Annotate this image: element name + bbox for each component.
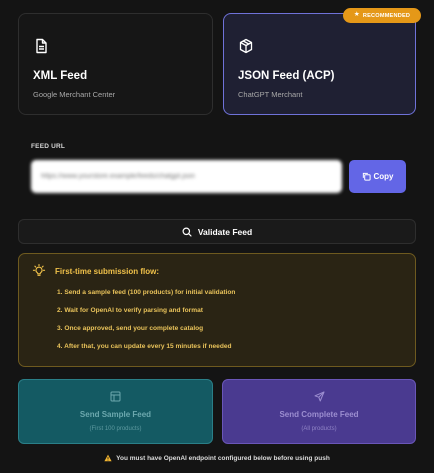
warning-icon	[104, 454, 112, 462]
copy-button[interactable]: Copy	[349, 160, 406, 193]
feed-option-subtitle: ChatGPT Merchant	[238, 90, 303, 99]
table-icon	[110, 391, 121, 402]
send-sample-title: Send Sample Feed	[79, 410, 152, 419]
notice-step: 2. Wait for OpenAI to verify parsing and…	[57, 307, 203, 314]
feed-option-xml[interactable]: XML Feed Google Merchant Center	[18, 13, 213, 115]
feed-option-title: JSON Feed (ACP)	[238, 70, 335, 82]
notice-steps: 1. Send a sample feed (100 products) for…	[57, 288, 235, 360]
endpoint-warning: You must have OpenAI endpoint configured…	[0, 454, 434, 462]
warning-text: You must have OpenAI endpoint configured…	[116, 454, 330, 462]
feed-option-title: XML Feed	[33, 70, 88, 82]
notice-step: 4. After that, you can update every 15 m…	[57, 343, 232, 350]
box-icon	[238, 38, 254, 54]
validate-feed-label: Validate Feed	[197, 226, 253, 237]
send-complete-title: Send Complete Feed	[279, 410, 359, 419]
feed-option-json[interactable]: JSON Feed (ACP) ChatGPT Merchant	[223, 13, 416, 115]
send-sample-subtitle: (First 100 products)	[89, 426, 142, 432]
validate-feed-button[interactable]: Validate Feed	[18, 219, 416, 244]
copy-button-label: Copy	[373, 172, 394, 181]
copy-icon	[362, 172, 371, 181]
lightbulb-icon	[32, 264, 46, 278]
badge-label: RECOMMENDED	[362, 12, 411, 19]
feed-url-label: FEED URL	[31, 143, 66, 150]
document-icon	[33, 38, 49, 54]
send-icon	[314, 391, 325, 402]
feed-option-subtitle: Google Merchant Center	[33, 90, 116, 99]
notice-title: First-time submission flow:	[55, 267, 160, 276]
search-icon	[182, 227, 192, 237]
recommended-badge: ★ RECOMMENDED	[343, 8, 421, 23]
submission-flow-notice: First-time submission flow: 1. Send a sa…	[18, 253, 416, 367]
send-sample-feed-button[interactable]: Send Sample Feed (First 100 products)	[18, 379, 213, 444]
feed-url-input[interactable]	[31, 160, 342, 193]
star-icon: ★	[353, 11, 360, 19]
send-complete-feed-button[interactable]: Send Complete Feed (All products)	[222, 379, 416, 444]
notice-step: 1. Send a sample feed (100 products) for…	[57, 289, 236, 296]
notice-step: 3. Once approved, send your complete cat…	[57, 325, 204, 332]
send-complete-subtitle: (All products)	[301, 426, 337, 432]
